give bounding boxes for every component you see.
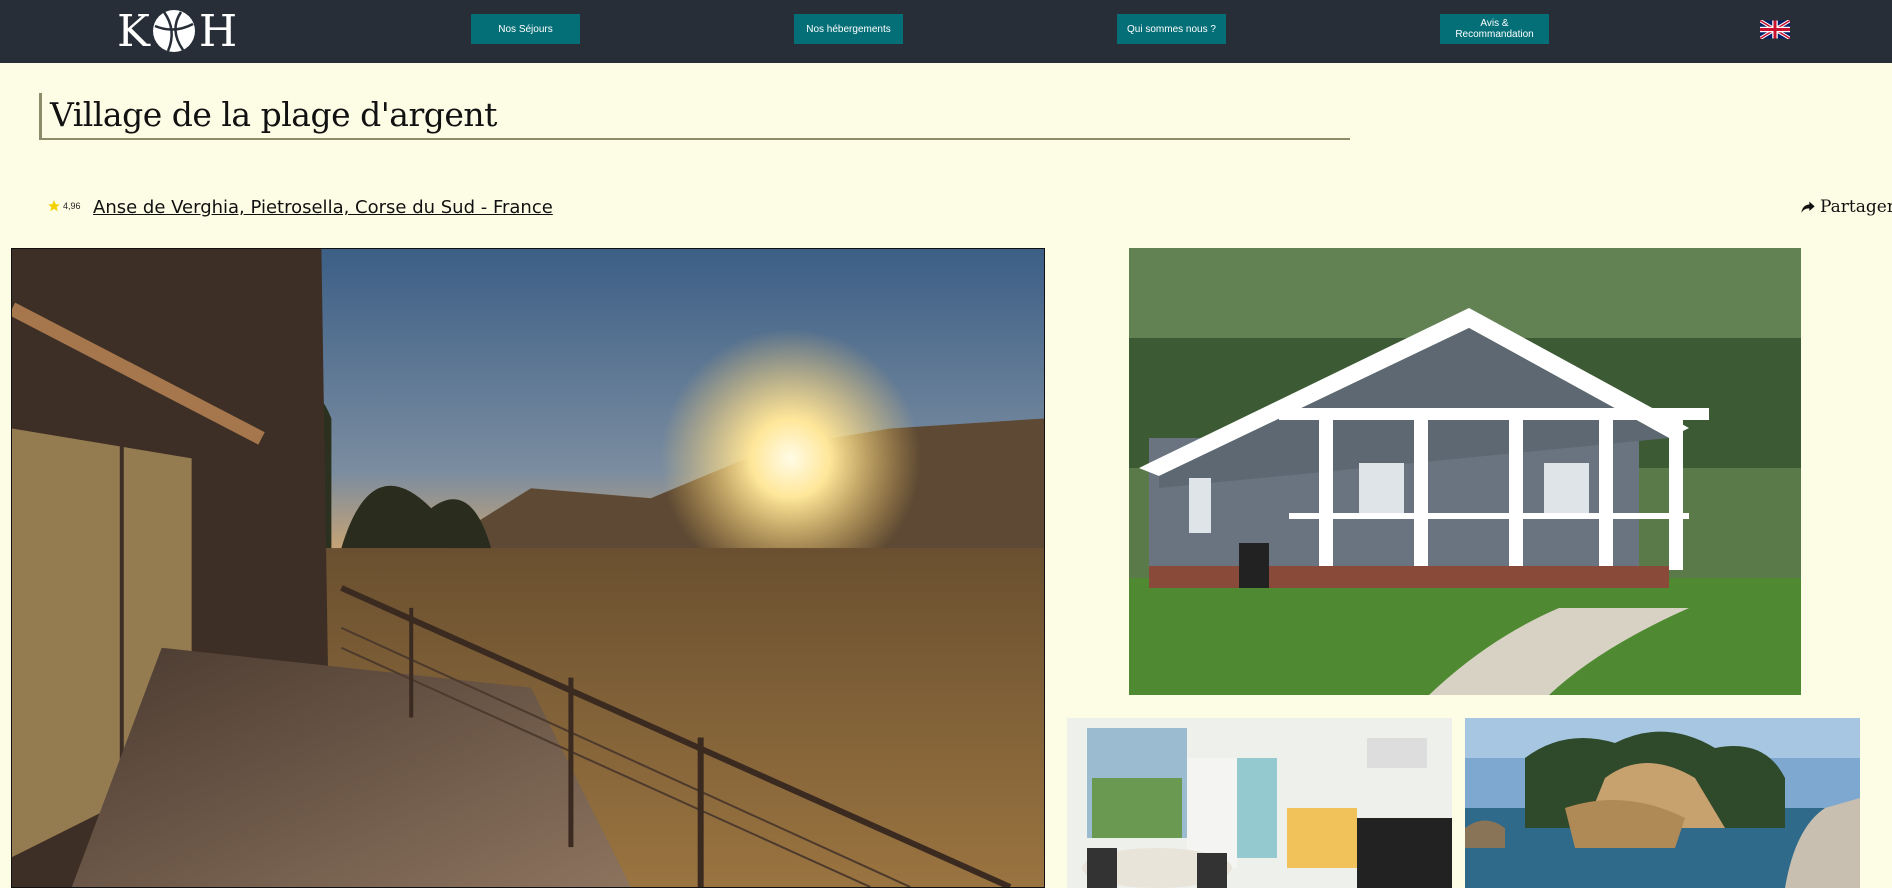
nav-button-hebergements[interactable]: Nos hébergements [794, 14, 903, 44]
basketball-icon [152, 10, 195, 52]
share-arrow-icon [1801, 201, 1815, 213]
nav-button-qui-sommes-nous[interactable]: Qui sommes nous ? [1117, 14, 1226, 44]
sunset-terrace-photo[interactable] [11, 248, 1045, 888]
koh-logo[interactable]: K H [117, 5, 237, 57]
title-block: Village de la plage d'argent [39, 93, 1350, 140]
star-icon [48, 200, 60, 212]
location-link[interactable]: Anse de Verghia, Pietrosella, Corse du S… [93, 197, 553, 218]
page-title: Village de la plage d'argent [50, 95, 497, 134]
rocky-coast-photo[interactable] [1465, 718, 1860, 888]
rating-value: 4,96 [63, 201, 81, 211]
interior-photo[interactable] [1067, 718, 1452, 888]
uk-flag-icon[interactable] [1760, 20, 1790, 39]
house-porch-photo[interactable] [1129, 248, 1801, 695]
top-navigation-bar: K H Nos Séjours Nos hébergements Qui som… [0, 0, 1892, 63]
nav-button-avis-recommandation[interactable]: Avis & Recommandation [1440, 14, 1549, 44]
logo-letter-h: H [198, 5, 237, 57]
rating-badge: 4,96 [47, 199, 81, 213]
logo-letter-k: K [117, 5, 150, 57]
share-button[interactable]: Partager [1800, 197, 1892, 217]
share-label: Partager [1820, 197, 1892, 217]
nav-button-sejours[interactable]: Nos Séjours [471, 14, 580, 44]
